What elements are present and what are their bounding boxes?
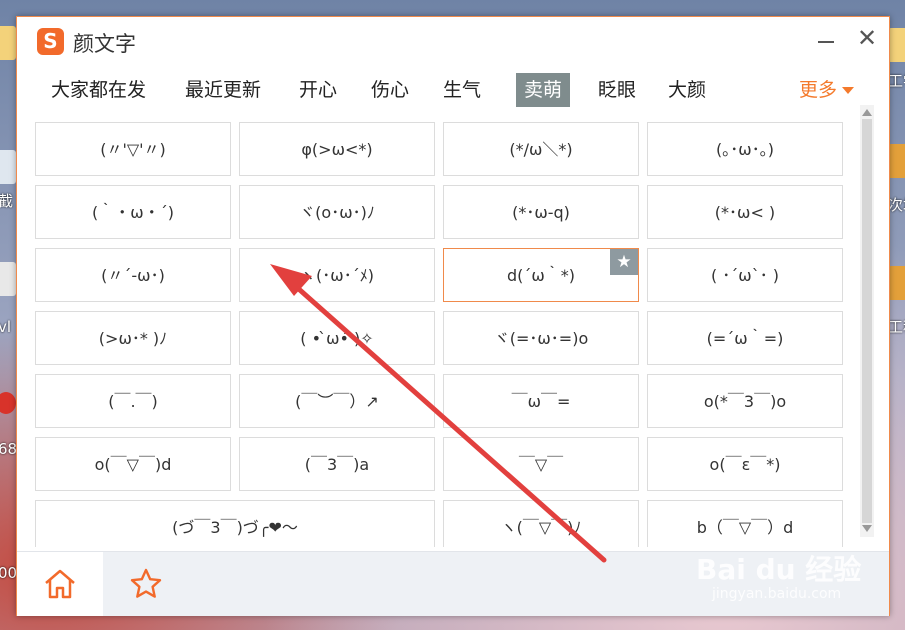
emoticon-cell[interactable]: (｀・ω・´)	[35, 185, 231, 239]
scroll-up-arrow-icon[interactable]	[862, 109, 872, 116]
desktop-label: 工学	[888, 72, 905, 90]
tab-recent[interactable]: 最近更新	[177, 73, 269, 107]
emoticon-cell[interactable]: (>ω･* )ﾉ	[35, 311, 231, 365]
emoticon-grid: (〃'▽'〃) φ(>ω<*) (*/ω＼*) (｡･ω･｡) (｀・ω・´) …	[17, 117, 857, 547]
minimize-button[interactable]	[814, 27, 838, 51]
emoticon-cell[interactable]: (￣︶￣）↗	[239, 374, 435, 428]
emoticon-cell[interactable]: φ(>ω<*)	[239, 122, 435, 176]
tab-big[interactable]: 大颜	[660, 73, 714, 107]
emoticon-cell[interactable]: (￣.￣)	[35, 374, 231, 428]
desktop-label: 截	[0, 192, 14, 210]
tab-sad[interactable]: 伤心	[363, 73, 417, 107]
emoticon-cell[interactable]: ヾ(o･ω･)ﾉ	[239, 185, 435, 239]
tab-cute[interactable]: 卖萌	[516, 73, 571, 107]
emoticon-cell[interactable]: (〃´-ω･)	[35, 248, 231, 302]
emoticon-cell[interactable]: (〃'▽'〃)	[35, 122, 231, 176]
desktop-label: 00	[0, 564, 18, 582]
tab-happy[interactable]: 开心	[291, 73, 345, 107]
emoticon-cell[interactable]: (*･ω-q)	[443, 185, 639, 239]
desktop-label: vl	[0, 318, 12, 336]
favorites-button[interactable]	[117, 552, 177, 616]
vertical-scrollbar[interactable]	[860, 105, 874, 537]
emoticon-cell[interactable]: ( • ̀ω•́ )✧	[239, 311, 435, 365]
home-button[interactable]	[17, 552, 103, 616]
chevron-down-icon	[842, 87, 855, 94]
desktop-doc-icon[interactable]	[0, 262, 16, 296]
more-dropdown[interactable]: 更多	[799, 73, 855, 107]
emoticon-cell[interactable]: o(*￣3￣)o	[647, 374, 843, 428]
emoticon-cell[interactable]: (*･ω< )	[647, 185, 843, 239]
emoticon-cell-wide[interactable]: (づ￣3￣)づ╭❤～	[35, 500, 435, 547]
tab-everyone[interactable]: 大家都在发	[43, 73, 154, 107]
tab-angry[interactable]: 生气	[435, 73, 489, 107]
emoticon-window: S 颜文字 ✕ 大家都在发 最近更新 开心 伤心 生气 卖萌 眨眼 大颜 更多 …	[16, 16, 890, 616]
emoticon-cell[interactable]: (￣3￣)a	[239, 437, 435, 491]
desktop-label: 工程	[888, 318, 905, 336]
more-label: 更多	[799, 79, 838, 101]
emoticon-cell[interactable]: ￣ω￣=	[443, 374, 639, 428]
emoticon-cell[interactable]: o(￣▽￣)d	[35, 437, 231, 491]
category-tabs: 大家都在发 最近更新 开心 伤心 生气 卖萌 眨眼 大颜 更多	[33, 73, 873, 109]
emoticon-cell[interactable]: ￣▽￣	[443, 437, 639, 491]
emoticon-text: d(´ω｀*)	[506, 266, 576, 285]
emoticon-cell[interactable]: ヾ(=･ω･=)o	[443, 311, 639, 365]
desktop-label: 68	[0, 440, 18, 458]
close-button[interactable]: ✕	[855, 26, 879, 51]
watermark-brand: Bai du 经验	[696, 553, 862, 586]
desktop-app-icon[interactable]	[888, 144, 905, 178]
emoticon-cell-selected[interactable]: d(´ω｀*) ★	[443, 248, 639, 302]
window-title: 颜文字	[73, 32, 136, 56]
emoticon-cell[interactable]: ヽ(￣▽￣)ﾉ	[443, 500, 639, 547]
home-icon	[45, 569, 75, 599]
watermark-url: jingyan.baidu.com	[712, 586, 842, 602]
scroll-thumb[interactable]	[862, 119, 872, 523]
desktop-label: 次场	[888, 196, 905, 214]
emoticon-cell[interactable]: ( ･´ω`･ )	[647, 248, 843, 302]
title-bar[interactable]: S 颜文字 ✕	[17, 17, 889, 65]
desktop-file-icon[interactable]	[0, 150, 16, 184]
desktop-folder-icon[interactable]	[888, 28, 905, 62]
star-icon	[130, 568, 162, 598]
emoticon-cell[interactable]: (*/ω＼*)	[443, 122, 639, 176]
desktop-folder-icon[interactable]	[0, 26, 16, 60]
desktop-app-icon[interactable]	[888, 266, 905, 300]
sogou-logo-icon: S	[37, 28, 64, 55]
baidu-watermark: Bai du 经验 jingyan.baidu.com	[696, 530, 876, 610]
emoticon-cell[interactable]: ヽ(･ω･´ﾒ)	[239, 248, 435, 302]
favorite-star-icon[interactable]: ★	[610, 249, 638, 275]
desktop-app-icon[interactable]	[0, 392, 16, 414]
tab-wink[interactable]: 眨眼	[590, 73, 644, 107]
emoticon-cell[interactable]: (｡･ω･｡)	[647, 122, 843, 176]
emoticon-cell[interactable]: o(￣ε￣*)	[647, 437, 843, 491]
emoticon-cell[interactable]: (=´ω｀=)	[647, 311, 843, 365]
